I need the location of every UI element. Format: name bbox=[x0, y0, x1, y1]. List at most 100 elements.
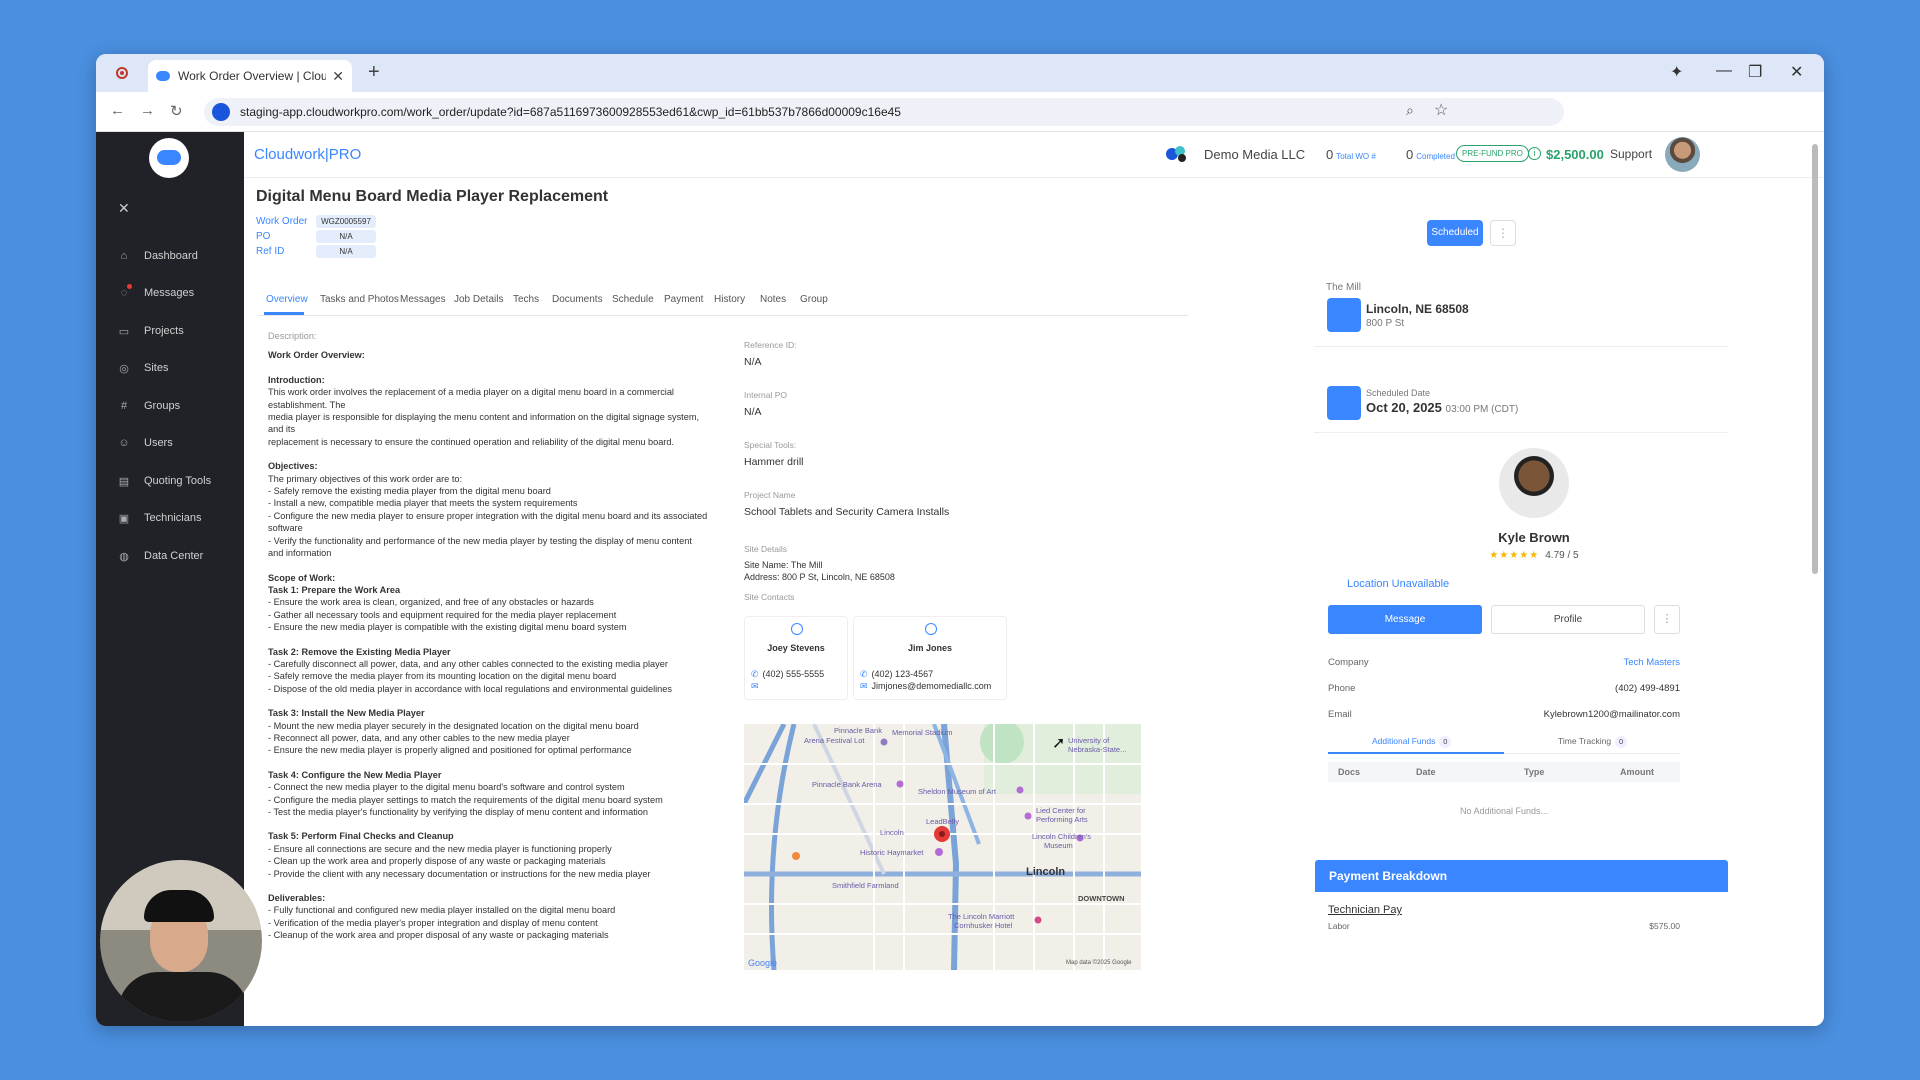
site-address: Address: 800 P St, Lincoln, NE 68508 bbox=[744, 572, 895, 582]
tab-tasks-and-photos[interactable]: Tasks and Photos bbox=[320, 294, 399, 305]
tab-history[interactable]: History bbox=[714, 294, 745, 305]
description-line: Task 2: Remove the Existing Media Player bbox=[268, 646, 451, 657]
app-header: Cloudwork|PRO Demo Media LLC 0 Total WO #… bbox=[244, 132, 1824, 178]
tab-overview[interactable]: Overview bbox=[266, 294, 308, 305]
sidebar-item-label: Technicians bbox=[144, 512, 202, 524]
labor-row: Labor $575.00 bbox=[1328, 921, 1680, 931]
new-tab-icon[interactable]: + bbox=[368, 61, 380, 84]
close-sidebar-icon[interactable]: ✕ bbox=[118, 200, 130, 217]
brand-name[interactable]: Cloudwork|PRO bbox=[254, 146, 361, 163]
site-city: Lincoln, NE 68508 bbox=[1366, 302, 1469, 316]
contact-email[interactable]: ✉ Jimjones@demomediallc.com bbox=[860, 681, 991, 692]
sidebar-item-label: Groups bbox=[144, 400, 181, 412]
time-tracking-label: Time Tracking bbox=[1558, 736, 1612, 746]
restore-icon[interactable]: ❐ bbox=[1748, 62, 1762, 82]
site-info-icon[interactable] bbox=[212, 103, 230, 121]
zoom-icon[interactable]: ⌕ bbox=[1406, 102, 1414, 119]
avatar[interactable] bbox=[1665, 137, 1700, 172]
minimize-icon[interactable]: — bbox=[1716, 62, 1732, 80]
sidebar-item-technicians[interactable]: ▣ Technicians bbox=[96, 503, 244, 533]
contact-card: Joey Stevens ✆ (402) 555-5555 ✉ bbox=[744, 616, 848, 700]
unread-dot bbox=[127, 284, 132, 289]
tab-schedule[interactable]: Schedule bbox=[612, 294, 654, 305]
location-status[interactable]: Location Unavailable bbox=[1347, 578, 1449, 590]
technician-more-button[interactable]: ⋮ bbox=[1654, 605, 1680, 634]
status-button[interactable]: Scheduled bbox=[1427, 220, 1483, 246]
funds-tabs: Additional Funds 0 Time Tracking 0 bbox=[1328, 734, 1680, 754]
tab-documents[interactable]: Documents bbox=[552, 294, 603, 305]
sparkle-icon[interactable]: ✦ bbox=[1670, 62, 1683, 82]
forward-icon[interactable]: → bbox=[140, 102, 155, 119]
tab-job-details[interactable]: Job Details bbox=[454, 294, 503, 305]
sidebar-item-messages[interactable]: ◌ Messages bbox=[96, 278, 244, 308]
support-link[interactable]: Support bbox=[1610, 147, 1652, 161]
sidebar-item-dashboard[interactable]: ⌂ Dashboard bbox=[96, 241, 244, 271]
contact-phone[interactable]: ✆ (402) 123-4567 bbox=[860, 669, 933, 680]
address-bar: ← → ↻ staging-app.cloudworkpro.com/work_… bbox=[96, 92, 1824, 132]
technician-pay-label[interactable]: Technician Pay bbox=[1328, 904, 1402, 916]
profile-button[interactable]: Profile bbox=[1491, 605, 1645, 634]
back-icon[interactable]: ← bbox=[110, 102, 125, 119]
map-label: Performing Arts bbox=[1036, 815, 1088, 824]
sidebar-item-users[interactable]: ☺ Users bbox=[96, 428, 244, 458]
org-name[interactable]: Demo Media LLC bbox=[1204, 147, 1305, 162]
sidebar-item-data-center[interactable]: ◍ Data Center bbox=[96, 541, 244, 571]
bookmark-star-icon[interactable]: ☆ bbox=[1434, 100, 1448, 120]
description-line: Introduction: bbox=[268, 374, 325, 385]
tab-messages[interactable]: Messages bbox=[400, 294, 446, 305]
tab-notes[interactable]: Notes bbox=[760, 294, 786, 305]
location-pin-icon bbox=[1327, 298, 1361, 332]
cloudwork-logo[interactable] bbox=[149, 138, 189, 178]
tab-time-tracking[interactable]: Time Tracking 0 bbox=[1558, 736, 1628, 748]
technician-rating: ★★★★★ 4.79 / 5 bbox=[1434, 550, 1634, 561]
map-label: Smithfield Farmland bbox=[832, 881, 899, 890]
browser-tab[interactable]: Work Order Overview | Cloudw ✕ bbox=[148, 60, 352, 92]
project-name-value[interactable]: School Tablets and Security Camera Insta… bbox=[744, 506, 949, 518]
tab-payment[interactable]: Payment bbox=[664, 294, 703, 305]
sidebar-item-label: Quoting Tools bbox=[144, 475, 212, 487]
total-wo-count: 0 bbox=[1326, 147, 1334, 162]
database-icon: ◍ bbox=[119, 550, 129, 563]
rating-value: 4.79 / 5 bbox=[1545, 550, 1579, 561]
work-order-label: Work Order bbox=[256, 216, 308, 227]
count-badge: 0 bbox=[1615, 736, 1628, 748]
map-label: LeadBelly bbox=[926, 817, 959, 826]
map-downtown-label: DOWNTOWN bbox=[1078, 894, 1125, 903]
reload-icon[interactable]: ↻ bbox=[170, 102, 183, 120]
tab-group[interactable]: Group bbox=[800, 294, 828, 305]
total-wo-stat: 0 Total WO # bbox=[1326, 147, 1376, 162]
close-window-icon[interactable]: ✕ bbox=[1790, 62, 1803, 82]
tab-strip: Work Order Overview | Cloudw ✕ + ✦ — ❐ ✕ bbox=[96, 54, 1824, 92]
description-line: - Reconnect all power, data, and any oth… bbox=[268, 732, 570, 743]
scheduled-time: 03:00 PM (CDT) bbox=[1445, 404, 1519, 415]
tab-close-icon[interactable]: ✕ bbox=[332, 68, 344, 85]
technician-name[interactable]: Kyle Brown bbox=[1434, 530, 1634, 545]
company-value[interactable]: Tech Masters bbox=[1624, 657, 1681, 668]
sidebar-item-projects[interactable]: ▭ Projects bbox=[96, 316, 244, 346]
balance: $2,500.00 bbox=[1546, 147, 1604, 162]
sidebar-item-quoting-tools[interactable]: ▤ Quoting Tools bbox=[96, 466, 244, 496]
payment-breakdown-header[interactable]: Payment Breakdown bbox=[1315, 860, 1728, 892]
map-roads bbox=[744, 724, 1141, 970]
sidebar-item-sites[interactable]: ◎ Sites bbox=[96, 353, 244, 383]
info-icon[interactable]: i bbox=[1528, 147, 1541, 160]
tab-techs[interactable]: Techs bbox=[513, 294, 539, 305]
prefund-badge[interactable]: PRE-FUND PRO bbox=[1456, 145, 1529, 162]
url-field[interactable]: staging-app.cloudworkpro.com/work_order/… bbox=[204, 98, 1564, 126]
scrollbar-thumb[interactable] bbox=[1812, 144, 1818, 574]
message-button[interactable]: Message bbox=[1328, 605, 1482, 634]
work-order-number: WGZ0005597 bbox=[316, 215, 376, 228]
tab-additional-funds[interactable]: Additional Funds 0 bbox=[1372, 736, 1452, 748]
site-map[interactable]: Pinnacle Bank Arena Festival Lot Memoria… bbox=[744, 724, 1141, 970]
project-name-label: Project Name bbox=[744, 490, 796, 500]
sidebar-item-groups[interactable]: # Groups bbox=[96, 391, 244, 421]
contact-email[interactable]: ✉ bbox=[751, 681, 763, 692]
labor-label: Labor bbox=[1328, 921, 1350, 931]
page-scrollbar[interactable] bbox=[1809, 132, 1821, 1026]
active-subtab-indicator bbox=[1328, 752, 1504, 754]
contact-phone[interactable]: ✆ (402) 555-5555 bbox=[751, 669, 824, 680]
more-options-button[interactable]: ⋮ bbox=[1490, 220, 1516, 246]
